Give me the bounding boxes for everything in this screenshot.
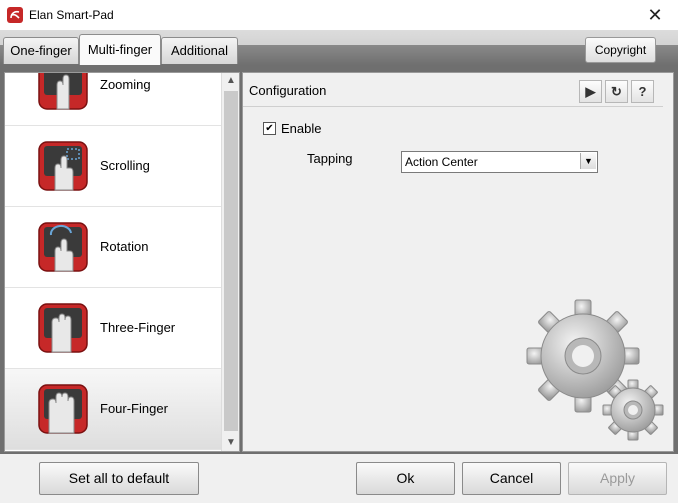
- list-item-four-finger[interactable]: Four-Finger: [5, 369, 221, 450]
- set-all-default-button[interactable]: Set all to default: [39, 462, 199, 495]
- gesture-label: Scrolling: [100, 158, 150, 173]
- config-title: Configuration: [249, 83, 327, 98]
- chevron-down-icon[interactable]: ▼: [580, 153, 596, 169]
- gesture-label: Rotation: [100, 239, 149, 254]
- list-item-scrolling[interactable]: Scrolling: [5, 126, 221, 207]
- list-item-zooming[interactable]: Zooming: [5, 73, 221, 126]
- gesture-label: Four-Finger: [100, 401, 168, 416]
- gesture-list: Zooming Scrolling Rotation Three-Finger: [4, 72, 240, 452]
- tapping-value: Action Center: [405, 155, 478, 169]
- configuration-panel: Configuration ▶ ↻ ? ✔ Enable Tapping Act…: [242, 72, 674, 452]
- list-item-three-finger[interactable]: Three-Finger: [5, 288, 221, 369]
- copyright-button[interactable]: Copyright: [585, 37, 656, 63]
- tab-additional[interactable]: Additional: [161, 37, 238, 64]
- enable-label: Enable: [281, 121, 322, 136]
- zoom-gesture-icon: [38, 73, 88, 110]
- rotation-gesture-icon: [38, 222, 88, 272]
- play-icon[interactable]: ▶: [579, 80, 602, 103]
- list-item-rotation[interactable]: Rotation: [5, 207, 221, 288]
- title-bar: Elan Smart-Pad ✕: [0, 0, 678, 30]
- four-finger-gesture-icon: [38, 384, 88, 434]
- gesture-list-scrollbar[interactable]: ▲ ▼: [221, 73, 239, 451]
- three-finger-gesture-icon: [38, 303, 88, 353]
- tab-multi-finger[interactable]: Multi-finger: [79, 34, 161, 66]
- scroll-gesture-icon: [38, 141, 88, 191]
- tab-one-finger[interactable]: One-finger: [3, 37, 79, 64]
- tapping-label: Tapping: [307, 151, 353, 166]
- scroll-thumb[interactable]: [224, 91, 238, 431]
- gears-icon: [526, 299, 664, 441]
- enable-checkbox[interactable]: ✔: [263, 122, 276, 135]
- tapping-select[interactable]: Action Center ▼: [401, 151, 598, 173]
- elan-logo-icon: [7, 7, 23, 23]
- refresh-icon[interactable]: ↻: [605, 80, 628, 103]
- close-icon[interactable]: ✕: [632, 0, 678, 30]
- gesture-label: Three-Finger: [100, 320, 176, 335]
- window-title: Elan Smart-Pad: [29, 8, 114, 22]
- gesture-label: Zooming: [100, 77, 151, 92]
- config-header: Configuration ▶ ↻ ?: [243, 73, 663, 107]
- apply-button[interactable]: Apply: [568, 462, 667, 495]
- scroll-down-icon[interactable]: ▼: [222, 435, 239, 451]
- cancel-button[interactable]: Cancel: [462, 462, 561, 495]
- ok-button[interactable]: Ok: [356, 462, 455, 495]
- help-icon[interactable]: ?: [631, 80, 654, 103]
- scroll-up-icon[interactable]: ▲: [222, 73, 239, 89]
